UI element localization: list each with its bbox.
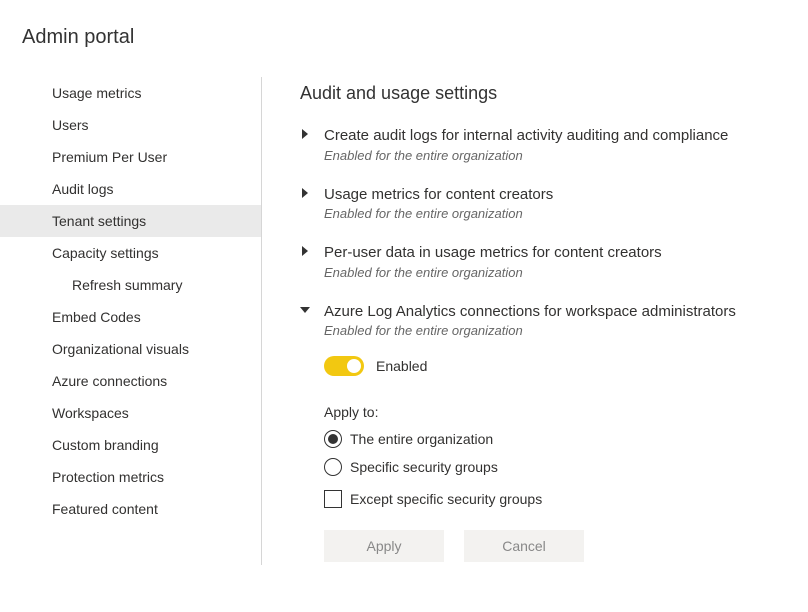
apply-button[interactable]: Apply xyxy=(324,530,444,562)
sidebar-item-protection-metrics[interactable]: Protection metrics xyxy=(0,461,261,493)
setting-subtitle: Enabled for the entire organization xyxy=(324,148,790,163)
setting-row-usage-metrics: Usage metrics for content creators Enabl… xyxy=(300,185,790,222)
setting-title[interactable]: Create audit logs for internal activity … xyxy=(324,126,790,146)
radio-label: Specific security groups xyxy=(350,459,498,475)
expanded-setting-body: Enabled Apply to: The entire organizatio… xyxy=(324,356,790,562)
chevron-right-icon[interactable] xyxy=(300,188,314,202)
setting-subtitle: Enabled for the entire organization xyxy=(324,206,790,221)
radio-specific-groups[interactable]: Specific security groups xyxy=(324,458,790,476)
setting-row-azure-log-analytics: Azure Log Analytics connections for work… xyxy=(300,302,790,339)
sidebar-item-azure-connections[interactable]: Azure connections xyxy=(0,365,261,397)
chevron-down-icon[interactable] xyxy=(300,305,314,319)
enabled-toggle[interactable] xyxy=(324,356,364,376)
page-title: Admin portal xyxy=(0,0,808,49)
setting-text: Usage metrics for content creators Enabl… xyxy=(324,185,790,222)
main-content: Audit and usage settings Create audit lo… xyxy=(262,77,808,565)
checkbox-icon xyxy=(324,490,342,508)
sidebar-item-embed-codes[interactable]: Embed Codes xyxy=(0,301,261,333)
setting-title[interactable]: Azure Log Analytics connections for work… xyxy=(324,302,790,322)
chevron-right-icon[interactable] xyxy=(300,129,314,143)
toggle-label: Enabled xyxy=(376,358,427,374)
sidebar-item-tenant-settings[interactable]: Tenant settings xyxy=(0,205,261,237)
sidebar-item-organizational-visuals[interactable]: Organizational visuals xyxy=(0,333,261,365)
setting-text: Per-user data in usage metrics for conte… xyxy=(324,243,790,280)
setting-title[interactable]: Usage metrics for content creators xyxy=(324,185,790,205)
sidebar-item-workspaces[interactable]: Workspaces xyxy=(0,397,261,429)
checkbox-except-groups[interactable]: Except specific security groups xyxy=(324,490,790,508)
sidebar: Usage metrics Users Premium Per User Aud… xyxy=(0,77,262,565)
radio-icon xyxy=(324,430,342,448)
radio-label: The entire organization xyxy=(350,431,493,447)
layout: Usage metrics Users Premium Per User Aud… xyxy=(0,77,808,565)
setting-subtitle: Enabled for the entire organization xyxy=(324,265,790,280)
sidebar-item-featured-content[interactable]: Featured content xyxy=(0,493,261,525)
chevron-right-icon[interactable] xyxy=(300,246,314,260)
setting-title[interactable]: Per-user data in usage metrics for conte… xyxy=(324,243,790,263)
sidebar-item-users[interactable]: Users xyxy=(0,109,261,141)
apply-to-label: Apply to: xyxy=(324,404,790,420)
setting-text: Create audit logs for internal activity … xyxy=(324,126,790,163)
setting-text: Azure Log Analytics connections for work… xyxy=(324,302,790,339)
sidebar-item-premium-per-user[interactable]: Premium Per User xyxy=(0,141,261,173)
toggle-row: Enabled xyxy=(324,356,790,376)
radio-entire-org[interactable]: The entire organization xyxy=(324,430,790,448)
sidebar-item-audit-logs[interactable]: Audit logs xyxy=(0,173,261,205)
setting-row-audit-logs: Create audit logs for internal activity … xyxy=(300,126,790,163)
sidebar-subitem-refresh-summary[interactable]: Refresh summary xyxy=(0,269,261,301)
checkbox-label: Except specific security groups xyxy=(350,491,542,507)
setting-row-per-user-data: Per-user data in usage metrics for conte… xyxy=(300,243,790,280)
setting-subtitle: Enabled for the entire organization xyxy=(324,323,790,338)
cancel-button[interactable]: Cancel xyxy=(464,530,584,562)
section-title: Audit and usage settings xyxy=(300,83,790,104)
button-row: Apply Cancel xyxy=(324,530,790,562)
sidebar-item-capacity-settings[interactable]: Capacity settings xyxy=(0,237,261,269)
toggle-knob xyxy=(347,359,361,373)
sidebar-item-usage-metrics[interactable]: Usage metrics xyxy=(0,77,261,109)
radio-icon xyxy=(324,458,342,476)
sidebar-item-custom-branding[interactable]: Custom branding xyxy=(0,429,261,461)
